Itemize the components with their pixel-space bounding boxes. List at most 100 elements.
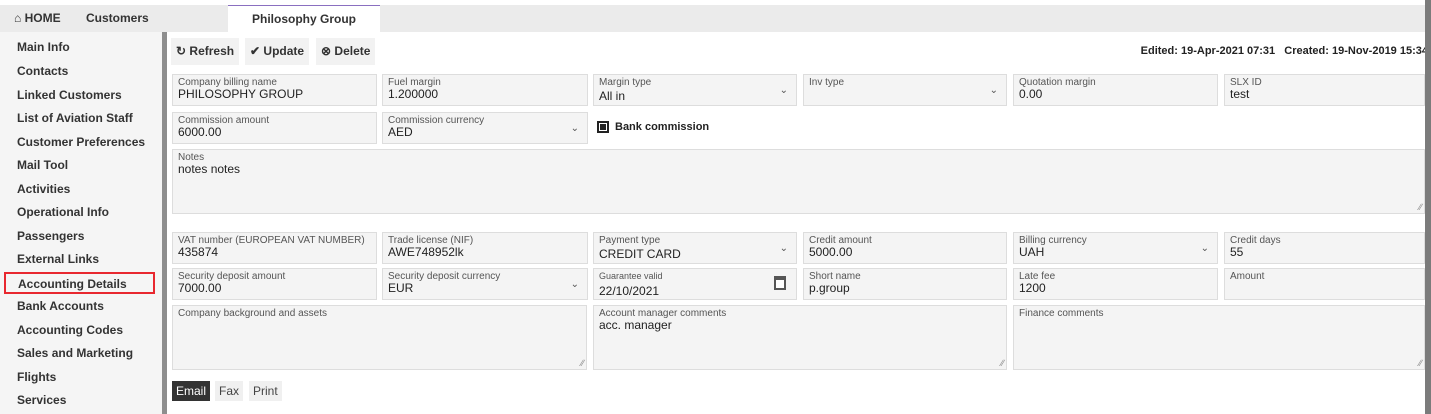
commission-amount-field[interactable]: Commission amount 6000.00 (172, 112, 377, 144)
commission-currency-select[interactable]: Commission currency AED ⌄ (382, 112, 588, 144)
margin-type-select[interactable]: Margin type All in ⌄ (593, 74, 797, 106)
sidebar-item-operational-info[interactable]: Operational Info (17, 205, 109, 219)
security-deposit-amount-field[interactable]: Security deposit amount 7000.00 (172, 268, 377, 300)
resize-handle-icon[interactable]: ∕∕ (1419, 202, 1422, 212)
sidebar-item-linked-customers[interactable]: Linked Customers (17, 88, 122, 102)
late-fee-field[interactable]: Late fee 1200 (1013, 268, 1218, 300)
field-label: SLX ID (1230, 77, 1262, 88)
tab-customers[interactable]: Customers (86, 5, 149, 32)
resize-handle-icon[interactable]: ∕∕ (581, 358, 584, 368)
sidebar-item-accounting-codes[interactable]: Accounting Codes (17, 323, 123, 337)
account-manager-comments-textarea[interactable]: Account manager comments acc. manager ∕∕ (593, 305, 1007, 370)
field-label: Quotation margin (1019, 77, 1096, 88)
field-label: Credit days (1230, 235, 1281, 246)
check-circle-icon: ✔︎ (250, 44, 261, 58)
tab-philosophy-group[interactable]: Philosophy Group (228, 5, 380, 32)
credit-amount-field[interactable]: Credit amount 5000.00 (803, 232, 1007, 264)
sidebar-item-accounting-details[interactable]: Accounting Details (4, 272, 155, 294)
field-value: 55 (1230, 245, 1244, 259)
field-value: acc. manager (599, 318, 672, 332)
field-value: 6000.00 (178, 125, 222, 139)
field-value: AWE748952lk (388, 245, 464, 259)
sidebar-item-flights[interactable]: Flights (17, 370, 56, 384)
resize-handle-icon[interactable]: ∕∕ (1001, 358, 1004, 368)
slx-id-field[interactable]: SLX ID test (1224, 74, 1425, 106)
bank-commission-checkbox[interactable]: Bank commission (597, 121, 709, 133)
sidebar-item-bank-accounts[interactable]: Bank Accounts (17, 299, 104, 313)
sidebar-item-activities[interactable]: Activities (17, 182, 70, 196)
notes-textarea[interactable]: Notes notes notes ∕∕ (172, 149, 1425, 214)
field-label: Amount (1230, 271, 1265, 282)
refresh-icon: ↻ (176, 44, 187, 58)
sidebar: Main Info Contacts Linked Customers List… (0, 32, 162, 414)
delete-label: Delete (334, 44, 371, 58)
trade-license-field[interactable]: Trade license (NIF) AWE748952lk (382, 232, 588, 264)
sidebar-item-external-links[interactable]: External Links (17, 252, 99, 266)
calendar-icon[interactable] (774, 276, 786, 290)
refresh-button[interactable]: ↻ Refresh (171, 38, 240, 65)
resize-handle-icon[interactable]: ∕∕ (1419, 358, 1422, 368)
field-value: 1200 (1019, 281, 1046, 295)
field-label: Billing currency (1019, 235, 1087, 246)
field-label: Company background and assets (178, 308, 327, 319)
field-value: 435874 (178, 245, 219, 259)
checkbox-icon (597, 121, 609, 133)
sidebar-item-aviation-staff[interactable]: List of Aviation Staff (17, 111, 133, 125)
amount-field[interactable]: Amount (1224, 268, 1425, 300)
field-value: p.group (809, 281, 850, 295)
bank-commission-label: Bank commission (615, 121, 710, 133)
field-label: Late fee (1019, 271, 1056, 282)
field-value: 7000.00 (178, 281, 222, 295)
chevron-down-icon: ⌄ (1200, 243, 1209, 254)
tab-bar: ⌂ HOME Customers Philosophy Group (0, 5, 1425, 32)
field-label: Payment type (599, 235, 661, 246)
security-deposit-currency-select[interactable]: Security deposit currency EUR ⌄ (382, 268, 588, 300)
credit-days-field[interactable]: Credit days 55 (1224, 232, 1425, 264)
fax-button[interactable]: Fax (215, 381, 244, 401)
sidebar-item-mail-tool[interactable]: Mail Tool (17, 158, 68, 172)
field-value: CREDIT CARD (599, 247, 681, 261)
billing-name-field[interactable]: Company billing name PHILOSOPHY GROUP (172, 74, 377, 106)
sidebar-item-main-info[interactable]: Main Info (17, 40, 70, 54)
sidebar-item-contacts[interactable]: Contacts (17, 64, 68, 78)
edited-created-info: Edited: 19-Apr-2021 07:31 Created: 19-No… (1140, 45, 1428, 57)
company-background-textarea[interactable]: Company background and assets ∕∕ (172, 305, 587, 370)
fuel-margin-field[interactable]: Fuel margin 1.200000 (382, 74, 588, 106)
update-button[interactable]: ✔︎ Update (245, 38, 310, 65)
field-value: 5000.00 (809, 245, 853, 259)
field-label: Notes (178, 152, 205, 163)
field-label: Finance comments (1019, 308, 1104, 319)
sidebar-item-services[interactable]: Services (17, 393, 66, 407)
scrollbar[interactable] (1425, 0, 1431, 414)
delete-button[interactable]: ⊗ Delete (316, 38, 376, 65)
billing-currency-select[interactable]: Billing currency UAH ⌄ (1013, 232, 1218, 264)
guarantee-valid-date-field[interactable]: Guarantee valid 22/10/2021 (593, 268, 797, 300)
email-button[interactable]: Email (172, 381, 211, 401)
refresh-label: Refresh (189, 44, 235, 58)
vat-number-field[interactable]: VAT number (EUROPEAN VAT NUMBER) 435874 (172, 232, 377, 264)
sidebar-divider (162, 32, 167, 414)
finance-comments-textarea[interactable]: Finance comments ∕∕ (1013, 305, 1425, 370)
field-label: Margin type (599, 77, 652, 88)
field-label: Security deposit currency (388, 271, 501, 282)
tab-home-label: HOME (24, 11, 61, 25)
home-icon: ⌂ (14, 11, 22, 25)
field-value: 22/10/2021 (599, 284, 660, 298)
inv-type-select[interactable]: Inv type ⌄ (803, 74, 1007, 106)
print-button[interactable]: Print (249, 381, 282, 401)
payment-type-select[interactable]: Payment type CREDIT CARD ⌄ (593, 232, 797, 264)
field-value: PHILOSOPHY GROUP (178, 87, 304, 101)
field-value: UAH (1019, 245, 1045, 259)
update-label: Update (263, 44, 305, 58)
x-circle-icon: ⊗ (321, 44, 332, 58)
sidebar-item-customer-preferences[interactable]: Customer Preferences (17, 135, 145, 149)
short-name-field[interactable]: Short name p.group (803, 268, 1007, 300)
tab-home[interactable]: ⌂ HOME (14, 5, 61, 32)
chevron-down-icon: ⌄ (989, 85, 998, 96)
field-value: notes notes (178, 162, 241, 176)
sidebar-item-passengers[interactable]: Passengers (17, 229, 84, 243)
sidebar-item-sales-marketing[interactable]: Sales and Marketing (17, 346, 133, 360)
field-label: Guarantee valid (599, 271, 663, 281)
chevron-down-icon: ⌄ (779, 243, 788, 254)
quotation-margin-field[interactable]: Quotation margin 0.00 (1013, 74, 1218, 106)
